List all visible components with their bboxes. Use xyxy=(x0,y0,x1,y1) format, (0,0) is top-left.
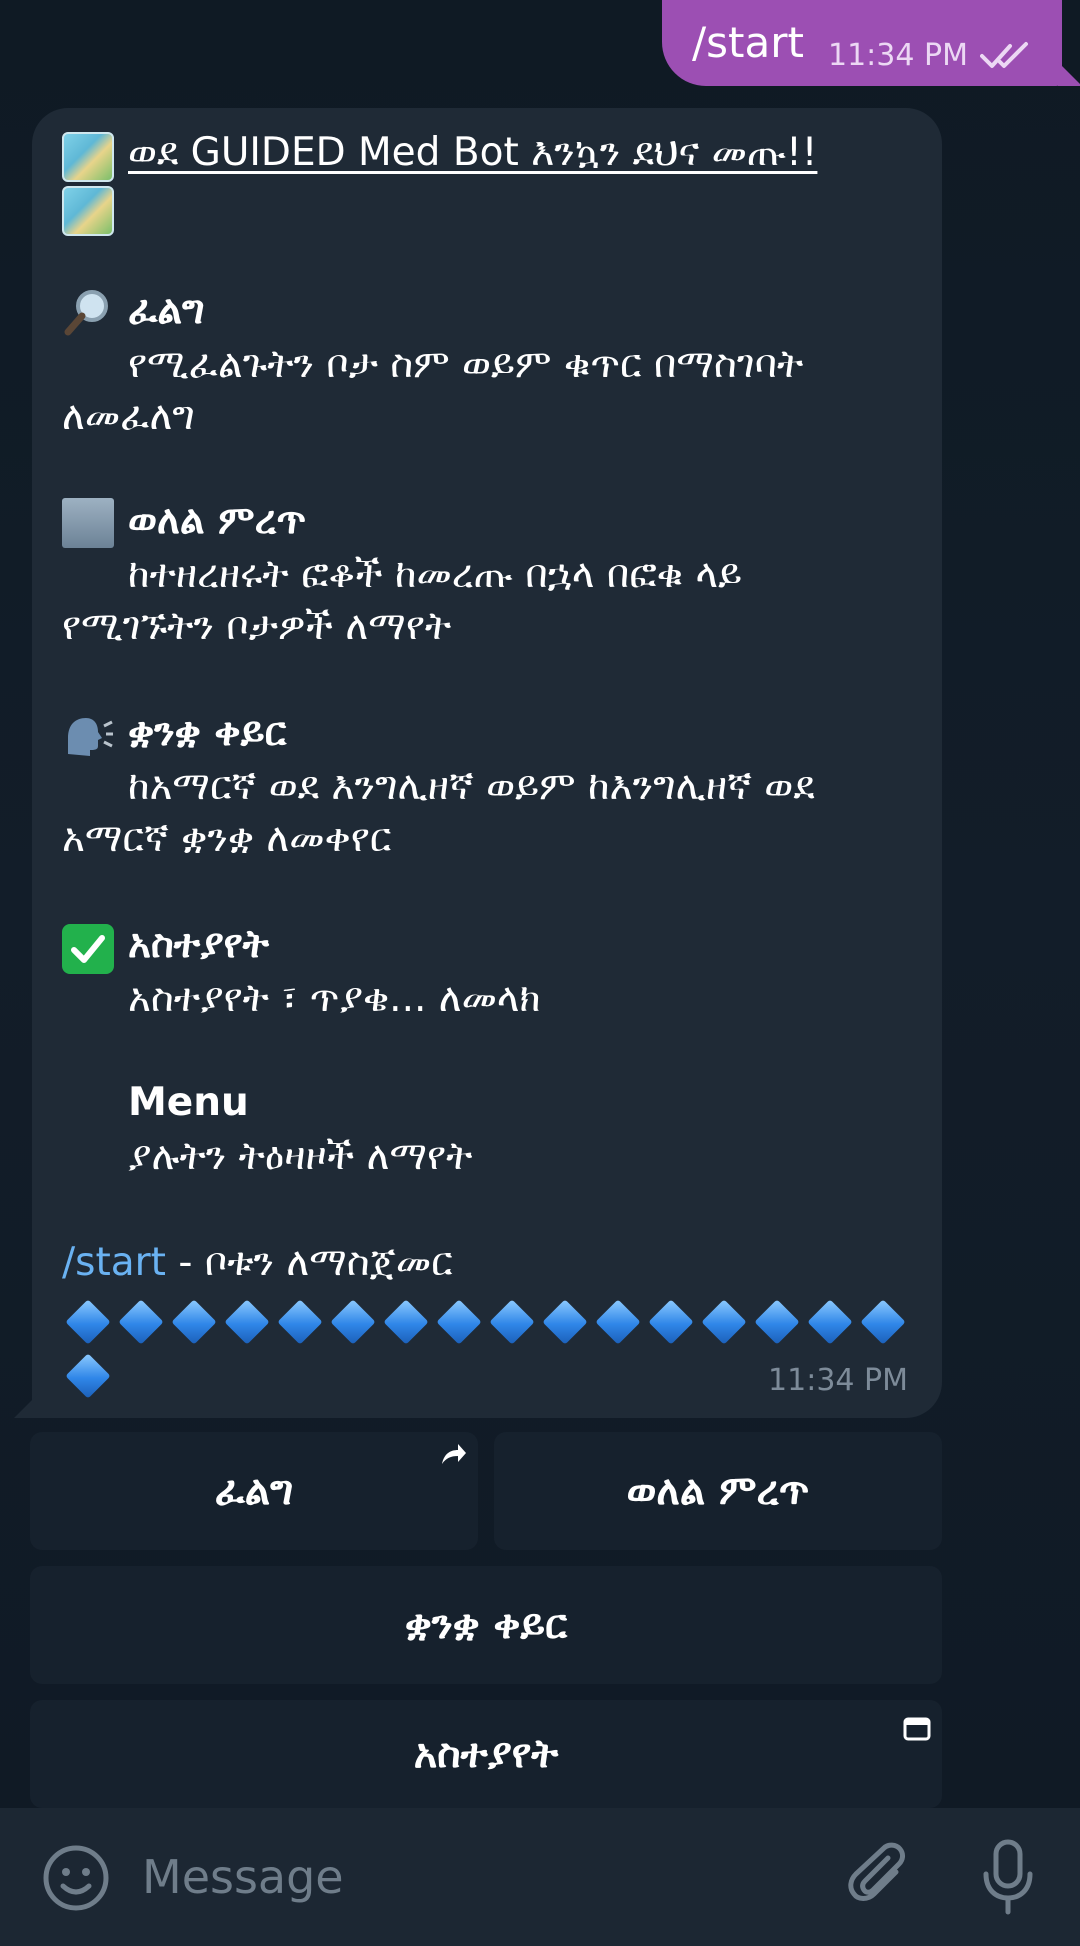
check-mark-icon xyxy=(62,924,114,974)
diamond-icon xyxy=(224,1299,270,1345)
diamond-icon xyxy=(542,1299,588,1345)
outgoing-message[interactable]: /start 11:34 PM xyxy=(662,0,1062,86)
search-button[interactable]: ፈልግ xyxy=(30,1432,478,1550)
diamond-row xyxy=(65,1299,906,1345)
diamond-icon xyxy=(860,1299,906,1345)
magnifier-icon xyxy=(64,290,108,336)
section-feedback-desc: አስተያየት ፣ ጥያቄ... ለመላክ xyxy=(128,976,541,1021)
message-input-bar: Message xyxy=(0,1808,1080,1946)
emoji-icon[interactable] xyxy=(42,1844,110,1912)
select-floor-button-label: ወለል ምረጥ xyxy=(626,1468,810,1514)
microphone-icon[interactable] xyxy=(980,1838,1036,1918)
diamond-icon xyxy=(754,1299,800,1345)
change-language-button-label: ቋንቋ ቀይር xyxy=(404,1602,568,1648)
section-search-desc: የሚፈልጉትን ቦታ ስም ወይም ቁጥር በማስገባት xyxy=(128,342,804,387)
section-menu-heading: Menu xyxy=(128,1080,249,1125)
message-input[interactable]: Message xyxy=(142,1850,344,1904)
section-floor-desc: ከተዘረዘሩት ፎቆች ከመረጡ በኋላ በፎቁ ላይ xyxy=(128,552,743,597)
world-map-icon xyxy=(62,132,114,182)
diamond-icon xyxy=(65,1299,111,1345)
diamond-icon xyxy=(171,1299,217,1345)
diamond-icon xyxy=(648,1299,694,1345)
diamond-icon xyxy=(65,1353,111,1399)
attach-icon[interactable] xyxy=(846,1842,914,1914)
diamond-icon xyxy=(330,1299,376,1345)
incoming-message[interactable]: ወደ GUIDED Med Bot እንኳን ደህና መጡ!! ፈልግ የሚፈል… xyxy=(32,108,942,1418)
section-language-desc: ከአማርኛ ወደ እንግሊዘኛ ወይም ከእንግሊዘኛ ወደ xyxy=(128,764,815,809)
diamond-icon xyxy=(277,1299,323,1345)
building-icon xyxy=(62,498,114,548)
section-language-heading: ቋንቋ ቀይር xyxy=(128,710,287,755)
double-check-icon xyxy=(980,42,1028,68)
diamond-icon xyxy=(489,1299,535,1345)
web-app-icon xyxy=(903,1717,931,1741)
diamond-icon xyxy=(807,1299,853,1345)
section-search-desc-cont: ለመፈለግ xyxy=(62,394,195,439)
start-command-line: /start - ቦቱን ለማስጀመር xyxy=(62,1240,453,1285)
section-floor-desc-cont: የሚገኙትን ቦታዎች ለማየት xyxy=(62,604,452,649)
diamond-icon xyxy=(118,1299,164,1345)
search-button-label: ፈልግ xyxy=(214,1468,294,1514)
change-language-button[interactable]: ቋንቋ ቀይር xyxy=(30,1566,942,1684)
start-command-desc: - ቦቱን ለማስጀመር xyxy=(165,1240,453,1285)
share-arrow-icon xyxy=(442,1444,466,1464)
outgoing-message-time: 11:34 PM xyxy=(828,38,968,73)
section-floor-heading: ወለል ምረጥ xyxy=(128,498,307,543)
speaking-head-icon xyxy=(68,718,113,756)
welcome-title: ወደ GUIDED Med Bot እንኳን ደህና መጡ!! xyxy=(128,130,818,175)
diamond-icon xyxy=(595,1299,641,1345)
select-floor-button[interactable]: ወለል ምረጥ xyxy=(494,1432,942,1550)
section-feedback-heading: አስተያየት xyxy=(128,922,269,967)
start-command-link[interactable]: /start xyxy=(62,1240,166,1285)
outgoing-message-text: /start xyxy=(692,18,804,67)
section-menu-desc: ያሉትን ትዕዛዞች ለማየት xyxy=(128,1134,473,1179)
diamond-icon xyxy=(436,1299,482,1345)
section-language-desc-cont: አማርኛ ቋንቋ ለመቀየር xyxy=(62,816,392,861)
menu-icon xyxy=(62,1082,114,1132)
section-search-heading: ፈልግ xyxy=(128,288,205,333)
diamond-icon xyxy=(701,1299,747,1345)
feedback-button[interactable]: አስተያየት xyxy=(30,1700,942,1808)
incoming-message-time: 11:34 PM xyxy=(768,1363,908,1398)
diamond-row-2 xyxy=(65,1353,111,1399)
world-map-icon xyxy=(62,186,114,236)
feedback-button-label: አስተያየት xyxy=(413,1731,559,1777)
diamond-icon xyxy=(383,1299,429,1345)
